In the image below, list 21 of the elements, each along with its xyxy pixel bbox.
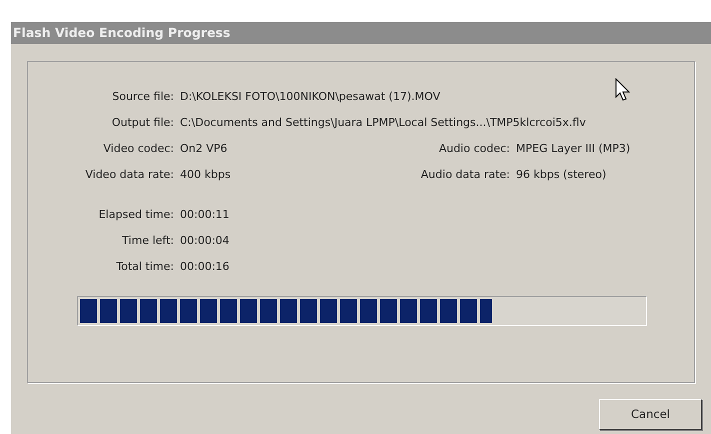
field-label: Elapsed time: [98, 206, 175, 223]
field-value: On2 VP6 [180, 140, 228, 157]
field-value: D:\KOLEKSI FOTO\100NIKON\pesawat (17).MOV [180, 88, 440, 105]
field-value: 00:00:16 [180, 258, 230, 275]
field-label: Audio data rate: [420, 166, 511, 183]
field-value: MPEG Layer III (MP3) [516, 140, 630, 157]
field-value: 00:00:11 [180, 206, 230, 223]
field-label: Total time: [115, 258, 175, 275]
field-label: Video data rate: [84, 166, 175, 183]
field-label: Output file: [110, 114, 175, 131]
cancel-button[interactable]: Cancel [599, 399, 702, 430]
field-label: Audio codec: [438, 140, 511, 157]
field-value: C:\Documents and Settings\Juara LPMP\Local Settings...\TMP5klcrcoi5x.flv [180, 114, 586, 131]
field-value: 96 kbps (stereo) [516, 166, 606, 183]
window-title: Flash Video Encoding Progress [11, 22, 711, 44]
cursor-icon [615, 78, 631, 102]
field-value: 00:00:04 [180, 232, 230, 249]
field-label: Video codec: [102, 140, 175, 157]
field-value: 400 kbps [180, 166, 232, 183]
field-label: Time left: [121, 232, 175, 249]
field-label: Source file: [111, 88, 175, 105]
